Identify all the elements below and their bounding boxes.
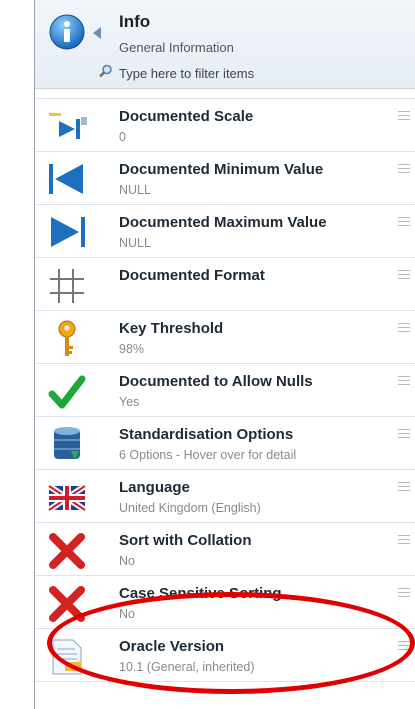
item-value: 0 [119, 130, 126, 144]
back-arrow-icon[interactable] [93, 27, 101, 39]
uk-flag-icon [47, 483, 87, 513]
list-item[interactable]: Documented to Allow Nulls Yes [35, 364, 415, 417]
drag-handle-icon[interactable] [398, 270, 410, 279]
maximum-icon [51, 217, 85, 247]
list-item[interactable]: Documented Format [35, 258, 415, 311]
item-value: 10.1 (General, inherited) [119, 660, 255, 674]
item-value: United Kingdom (English) [119, 501, 261, 515]
item-title: Oracle Version [119, 638, 225, 655]
list-item[interactable]: Documented Minimum Value NULL [35, 152, 415, 205]
item-title: Standardisation Options [119, 426, 294, 443]
drag-handle-icon[interactable] [398, 429, 410, 438]
list-item[interactable]: Standardisation Options 6 Options - Hover… [35, 417, 415, 470]
list-item[interactable]: Sort with Collation No [35, 523, 415, 576]
item-value: No [119, 607, 135, 621]
search-icon [99, 64, 112, 78]
list-item[interactable]: Documented Maximum Value NULL [35, 205, 415, 258]
item-value: Yes [119, 395, 140, 409]
panel-header: Info General Information Type here to fi… [35, 0, 415, 89]
scale-icon [49, 113, 87, 139]
list-item[interactable]: Case Sensitive Sorting No [35, 576, 415, 629]
key-icon [58, 320, 76, 356]
item-title: Documented Scale [119, 108, 254, 125]
format-grid-icon [50, 269, 84, 303]
info-icon [49, 14, 85, 50]
info-panel: Info General Information Type here to fi… [34, 0, 415, 709]
item-value: 6 Options - Hover over for detail [119, 448, 297, 462]
item-title: Sort with Collation [119, 532, 252, 549]
drag-handle-icon[interactable] [398, 376, 410, 385]
property-list: Documented Scale 0 Documented Minimum Valu… [35, 88, 415, 682]
list-item[interactable]: Key Threshold 98% [35, 311, 415, 364]
page-title: Info [119, 12, 151, 31]
item-title: Key Threshold [119, 320, 224, 337]
item-value: NULL [119, 183, 151, 197]
drag-handle-icon[interactable] [398, 535, 410, 544]
drag-handle-icon[interactable] [398, 641, 410, 650]
item-title: Case Sensitive Sorting [119, 585, 282, 602]
item-value: 98% [119, 342, 145, 356]
drag-handle-icon[interactable] [398, 482, 410, 491]
red-x-icon [49, 586, 85, 622]
database-icon [54, 427, 80, 459]
drag-handle-icon[interactable] [398, 588, 410, 597]
minimum-icon [49, 164, 83, 194]
red-x-icon [49, 533, 85, 569]
drag-handle-icon[interactable] [398, 217, 410, 226]
item-value: No [119, 554, 135, 568]
list-item[interactable]: Documented Scale 0 [35, 99, 415, 152]
page-subtitle: General Information [119, 40, 234, 55]
item-title: Documented Format [119, 267, 265, 284]
item-title: Documented Maximum Value [119, 214, 327, 231]
drag-handle-icon[interactable] [398, 164, 410, 173]
list-item[interactable]: Oracle Version 10.1 (General, inherited) [35, 629, 415, 682]
drag-handle-icon[interactable] [398, 111, 410, 120]
document-icon [52, 639, 82, 675]
item-title: Language [119, 479, 190, 496]
check-icon [48, 375, 86, 409]
list-item[interactable]: Language United Kingdom (English) [35, 470, 415, 523]
filter-input[interactable]: Type here to filter items [119, 66, 254, 81]
item-title: Documented to Allow Nulls [119, 373, 313, 390]
item-value: NULL [119, 236, 151, 250]
list-item-clipped [35, 88, 415, 99]
item-title: Documented Minimum Value [119, 161, 324, 178]
drag-handle-icon[interactable] [398, 323, 410, 332]
